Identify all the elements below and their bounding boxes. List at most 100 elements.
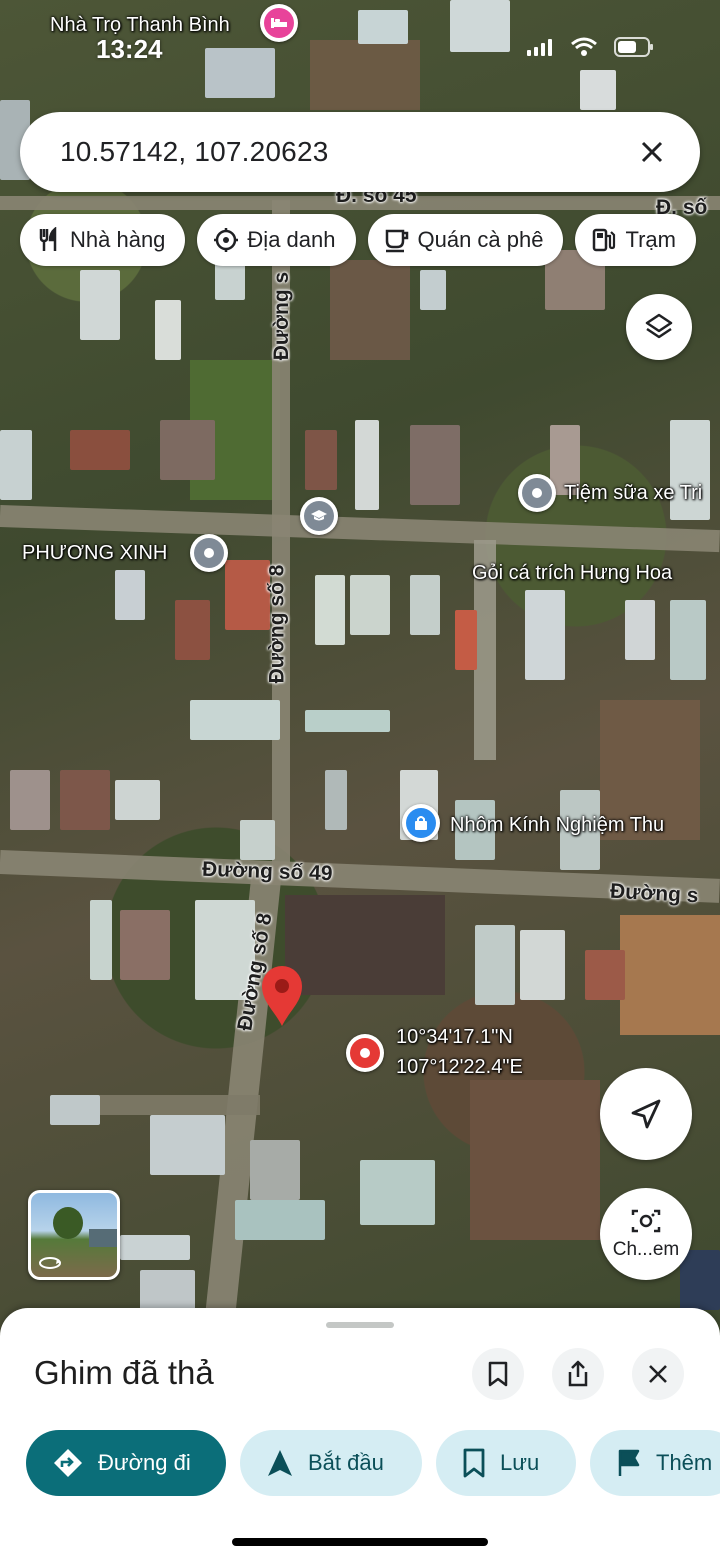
pin-dot-icon: [522, 478, 552, 508]
search-query[interactable]: 10.57142, 107.20623: [60, 136, 630, 168]
pin-dot-icon: [350, 1038, 380, 1068]
save-button[interactable]: Lưu: [436, 1430, 576, 1496]
navigation-arrow-icon: [268, 1450, 292, 1476]
my-location-button[interactable]: [600, 1068, 692, 1160]
phuong-xinh-marker[interactable]: [190, 534, 228, 572]
dropped-pin[interactable]: [260, 964, 304, 1033]
nhom-kinh-label[interactable]: Nhôm Kính Nghiệm Thu: [450, 814, 664, 837]
pin-dot-icon: [194, 538, 224, 568]
home-indicator: [232, 1538, 488, 1546]
building: [120, 910, 170, 980]
chip-label: Trạm: [625, 227, 676, 252]
sheet-drag-handle[interactable]: [326, 1322, 394, 1328]
sheet-title: Ghim đã thả: [34, 1354, 214, 1391]
building: [235, 1200, 325, 1240]
building: [680, 1250, 720, 1310]
building: [525, 590, 565, 680]
building: [80, 270, 120, 340]
action-label: Đường đi: [98, 1450, 191, 1475]
bed-icon: [264, 8, 294, 38]
coffee-icon: [385, 229, 408, 253]
phuong-xinh-label[interactable]: PHƯƠNG XINH: [22, 542, 167, 565]
building: [580, 70, 616, 110]
action-buttons: Đường đi Bắt đầu Lưu Thêm: [26, 1430, 720, 1496]
building: [305, 430, 337, 490]
building: [50, 1095, 100, 1125]
chip-restaurants[interactable]: Nhà hàng: [20, 214, 186, 266]
building: [150, 1115, 225, 1175]
start-button[interactable]: Bắt đầu: [240, 1430, 422, 1496]
building: [70, 430, 130, 470]
building: [240, 820, 275, 860]
action-label: Thêm: [656, 1450, 713, 1475]
goi-ca-label[interactable]: Gỏi cá trích Hưng Hoa: [472, 562, 672, 585]
building: [215, 260, 245, 300]
hotel-marker[interactable]: [260, 4, 298, 42]
building: [60, 770, 110, 830]
camera-icon: [631, 1209, 661, 1233]
building: [420, 270, 446, 310]
category-chips: Nhà hàng Địa danh Quán cà phê Trạm: [20, 214, 696, 266]
building: [475, 925, 515, 1005]
building: [120, 1235, 190, 1260]
building: [225, 560, 270, 630]
street-view-thumbnail[interactable]: [28, 1190, 120, 1280]
signal-icon: [527, 39, 552, 56]
road-label-8-mid: Đường số 8: [265, 564, 289, 684]
building: [175, 600, 210, 660]
layers-icon: [645, 313, 673, 339]
building: [670, 420, 710, 520]
gas-station-icon: [593, 228, 616, 252]
bookmark-icon: [463, 1448, 485, 1478]
field: [310, 40, 420, 110]
shop-milk-marker[interactable]: [518, 474, 556, 512]
building: [455, 610, 477, 670]
lens-camera-button[interactable]: Ch...em: [600, 1188, 692, 1280]
building: [670, 600, 706, 680]
layers-button[interactable]: [626, 294, 692, 360]
shop-milk-label[interactable]: Tiệm sữa xe Tri: [564, 482, 702, 505]
search-bar[interactable]: 10.57142, 107.20623: [20, 112, 700, 192]
lock-bag-icon: [406, 808, 436, 838]
save-icon-button[interactable]: [472, 1348, 524, 1400]
road-label-49: Đường số 49: [201, 857, 333, 886]
coordinate-lat-label: 10°34'17.1"N: [396, 1026, 513, 1048]
wifi-icon: [571, 37, 597, 56]
road-label-s-top: Đường s: [270, 271, 294, 361]
building: [115, 570, 145, 620]
field: [330, 260, 410, 360]
building: [155, 300, 181, 360]
coordinate-lng-label: 107°12'22.4"E: [396, 1056, 523, 1078]
directions-button[interactable]: Đường đi: [26, 1430, 226, 1496]
bookmark-icon: [488, 1361, 508, 1387]
building: [350, 575, 390, 635]
road-label-so-right: Đường s: [609, 879, 700, 908]
camera-label: Ch...em: [612, 1239, 680, 1260]
building: [190, 700, 280, 740]
building: [450, 0, 510, 52]
building: [90, 900, 112, 980]
building: [625, 600, 655, 660]
chip-coffee[interactable]: Quán cà phê: [367, 214, 564, 266]
field: [470, 1080, 600, 1240]
building: [325, 770, 347, 830]
action-label: Bắt đầu: [308, 1450, 384, 1475]
close-icon: [649, 1365, 667, 1383]
share-button[interactable]: [552, 1348, 604, 1400]
add-label-button[interactable]: Thêm: [590, 1430, 720, 1496]
close-sheet-button[interactable]: [632, 1348, 684, 1400]
red-pin-icon: [262, 966, 302, 1026]
school-marker[interactable]: [300, 497, 338, 535]
coordinate-marker[interactable]: [346, 1034, 384, 1072]
share-icon: [568, 1360, 588, 1387]
clear-search-button[interactable]: [630, 130, 674, 174]
building: [205, 48, 275, 98]
nhom-kinh-marker[interactable]: [402, 804, 440, 842]
directions-icon: [54, 1449, 82, 1477]
graduation-cap-icon: [304, 501, 334, 531]
chip-landmarks[interactable]: Địa danh: [197, 214, 356, 266]
building: [355, 420, 379, 510]
chip-gas-station[interactable]: Trạm: [575, 214, 696, 266]
close-icon: [641, 141, 663, 163]
building: [410, 575, 440, 635]
